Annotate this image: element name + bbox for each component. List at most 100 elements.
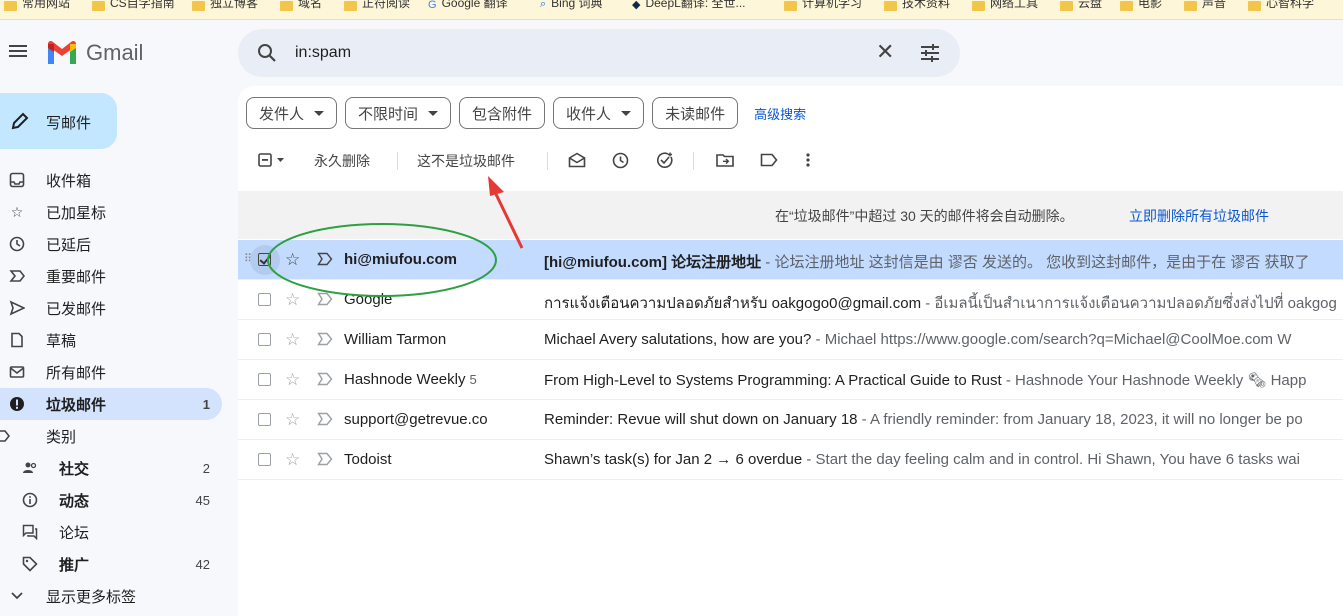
email-message: From High-Level to Systems Programming: … xyxy=(544,371,1343,389)
bookmark-item[interactable]: 正符阅读 xyxy=(344,0,410,11)
important-marker-icon[interactable] xyxy=(317,332,333,346)
mark-as-read-icon[interactable] xyxy=(568,152,586,171)
bookmark-item[interactable]: 电影 xyxy=(1120,0,1162,11)
email-row[interactable]: ☆ support@getrevue.co Reminder: Revue wi… xyxy=(238,400,1343,440)
star-icon[interactable]: ☆ xyxy=(285,370,300,390)
email-snippet: - Start the day feeling calm and in cont… xyxy=(802,451,1300,468)
sidebar-item-important[interactable]: 重要邮件 xyxy=(0,260,236,292)
bookmark-item[interactable]: ◆ DeepL翻译: 全世... xyxy=(632,0,746,11)
sidebar-item-categories[interactable]: 类别 xyxy=(0,420,236,452)
search-options-icon[interactable] xyxy=(920,43,940,63)
folder-icon xyxy=(1060,0,1073,11)
more-options-icon[interactable] xyxy=(805,152,811,171)
clear-search-icon[interactable]: ✕ xyxy=(876,41,894,63)
important-icon xyxy=(9,268,25,284)
toolbar: 永久删除 这不是垃圾邮件 xyxy=(238,144,1343,176)
main-menu-button[interactable] xyxy=(6,42,30,66)
bookmark-item[interactable]: ⌕ Bing 词典 xyxy=(540,0,603,11)
folder-icon xyxy=(344,0,357,11)
row-checkbox[interactable] xyxy=(258,413,271,426)
email-snippet: - Hashnode Your Hashnode Weekly 🗞 Happ xyxy=(1001,372,1307,389)
sidebar-item-forums[interactable]: 论坛 xyxy=(0,516,236,548)
sidebar-item-sent[interactable]: 已发邮件 xyxy=(0,292,236,324)
important-marker-icon[interactable] xyxy=(317,452,333,466)
row-checkbox[interactable] xyxy=(258,373,271,386)
snooze-icon[interactable] xyxy=(612,152,629,172)
email-row[interactable]: ☆ Hashnode Weekly 5 From High-Level to Sy… xyxy=(238,360,1343,400)
sidebar-item-social[interactable]: 社交 2 xyxy=(0,452,236,484)
folder-icon xyxy=(192,0,205,11)
delete-all-spam-link[interactable]: 立即删除所有垃圾邮件 xyxy=(1129,206,1269,226)
chip-has-attachment[interactable]: 包含附件 xyxy=(459,97,546,129)
sidebar-item-inbox[interactable]: 收件箱 xyxy=(0,164,236,196)
folder-icon xyxy=(1120,0,1133,11)
app-name: Gmail xyxy=(86,40,144,65)
chip-to[interactable]: 收件人 xyxy=(553,97,645,129)
bookmarks-bar: 常用网站 CS自学指南 独立博客 域名 正符阅读 G Google 翻译 ⌕ Bin… xyxy=(0,0,1343,20)
email-snippet: - อีเมลนี้เป็นสำเนาการแจ้งเตือนความปลอดภ… xyxy=(921,295,1337,312)
bookmark-item[interactable]: 网络工具 xyxy=(972,0,1038,11)
row-checkbox[interactable] xyxy=(258,333,271,346)
search-icon[interactable] xyxy=(256,42,278,64)
sidebar-item-drafts[interactable]: 草稿 xyxy=(0,324,236,356)
compose-button[interactable]: 写邮件 xyxy=(0,93,117,149)
sidebar-item-promotions[interactable]: 推广 42 xyxy=(0,548,236,580)
important-marker-icon[interactable] xyxy=(317,372,333,386)
folder-icon xyxy=(280,0,293,11)
bookmark-item[interactable]: 心智科学 xyxy=(1248,0,1314,11)
bookmark-item[interactable]: CS自学指南 xyxy=(92,0,175,11)
bookmark-item[interactable]: 云盘 xyxy=(1060,0,1102,11)
delete-forever-button[interactable]: 永久删除 xyxy=(314,151,370,171)
email-subject: [hi@miufou.com] 论坛注册地址 xyxy=(544,254,762,271)
add-to-tasks-icon[interactable] xyxy=(656,152,674,172)
email-snippet: - A friendly reminder: from January 18, … xyxy=(857,411,1303,428)
email-message: [hi@miufou.com] 论坛注册地址 - 论坛注册地址 这封信是由 谬否… xyxy=(544,251,1343,272)
not-spam-button[interactable]: 这不是垃圾邮件 xyxy=(417,151,515,171)
chip-any-time[interactable]: 不限时间 xyxy=(345,97,452,129)
chip-from[interactable]: 发件人 xyxy=(246,97,338,129)
move-to-icon[interactable] xyxy=(716,153,734,170)
search-input[interactable]: in:spam xyxy=(295,44,351,62)
bookmark-item[interactable]: G Google 翻译 xyxy=(428,0,508,11)
star-icon[interactable]: ☆ xyxy=(285,410,300,430)
advanced-search-link[interactable]: 高级搜索 xyxy=(754,104,806,123)
sidebar-item-spam[interactable]: 垃圾邮件 1 xyxy=(0,388,222,420)
sidebar-item-updates[interactable]: 动态 45 xyxy=(0,484,236,516)
email-row[interactable]: ☆ William Tarmon Michael Avery salutatio… xyxy=(238,320,1343,360)
folder-icon xyxy=(92,0,105,11)
sidebar-nav: 收件箱 ☆ 已加星标 已延后 重要邮件 已发邮件 草稿 所有邮件 垃圾邮件 1 类别… xyxy=(0,164,236,612)
row-checkbox[interactable] xyxy=(258,453,271,466)
email-sender: William Tarmon xyxy=(344,331,447,348)
chip-unread[interactable]: 未读邮件 xyxy=(652,97,739,129)
star-icon[interactable]: ☆ xyxy=(285,450,300,470)
chevron-down-icon xyxy=(9,588,25,604)
labels-icon[interactable] xyxy=(760,153,778,170)
star-icon[interactable]: ☆ xyxy=(285,330,300,350)
sidebar-show-more[interactable]: 显示更多标签 xyxy=(0,580,236,612)
send-icon xyxy=(9,300,25,316)
bookmark-item[interactable]: 常用网站 xyxy=(4,0,70,11)
gmail-logo[interactable]: Gmail xyxy=(46,40,143,66)
star-icon: ☆ xyxy=(10,203,24,220)
important-marker-icon[interactable] xyxy=(317,412,333,426)
label-icon xyxy=(0,428,10,444)
select-checkbox[interactable] xyxy=(258,153,286,170)
bookmark-item[interactable]: 声音 xyxy=(1184,0,1226,11)
search-bar[interactable]: in:spam ✕ xyxy=(238,29,960,77)
sidebar-item-all-mail[interactable]: 所有邮件 xyxy=(0,356,236,388)
folder-icon xyxy=(4,0,17,11)
email-row[interactable]: ☆ Todoist Shawn’s task(s) for Jan 2 → 6 … xyxy=(238,440,1343,480)
sidebar-item-snoozed[interactable]: 已延后 xyxy=(0,228,236,260)
folder-icon xyxy=(1248,0,1261,11)
bookmark-item[interactable]: 域名 xyxy=(280,0,322,11)
caret-down-icon xyxy=(428,110,439,116)
folder-icon xyxy=(1184,0,1197,11)
bookmark-item[interactable]: 独立博客 xyxy=(192,0,258,11)
bookmark-item[interactable]: 计算机学习 xyxy=(784,0,862,11)
email-subject: From High-Level to Systems Programming: … xyxy=(544,372,1002,389)
all-mail-icon xyxy=(9,364,25,380)
bookmark-item[interactable]: 技术资料 xyxy=(884,0,950,11)
people-icon xyxy=(22,460,38,476)
sidebar-item-starred[interactable]: ☆ 已加星标 xyxy=(0,196,236,228)
folder-icon xyxy=(972,0,985,11)
